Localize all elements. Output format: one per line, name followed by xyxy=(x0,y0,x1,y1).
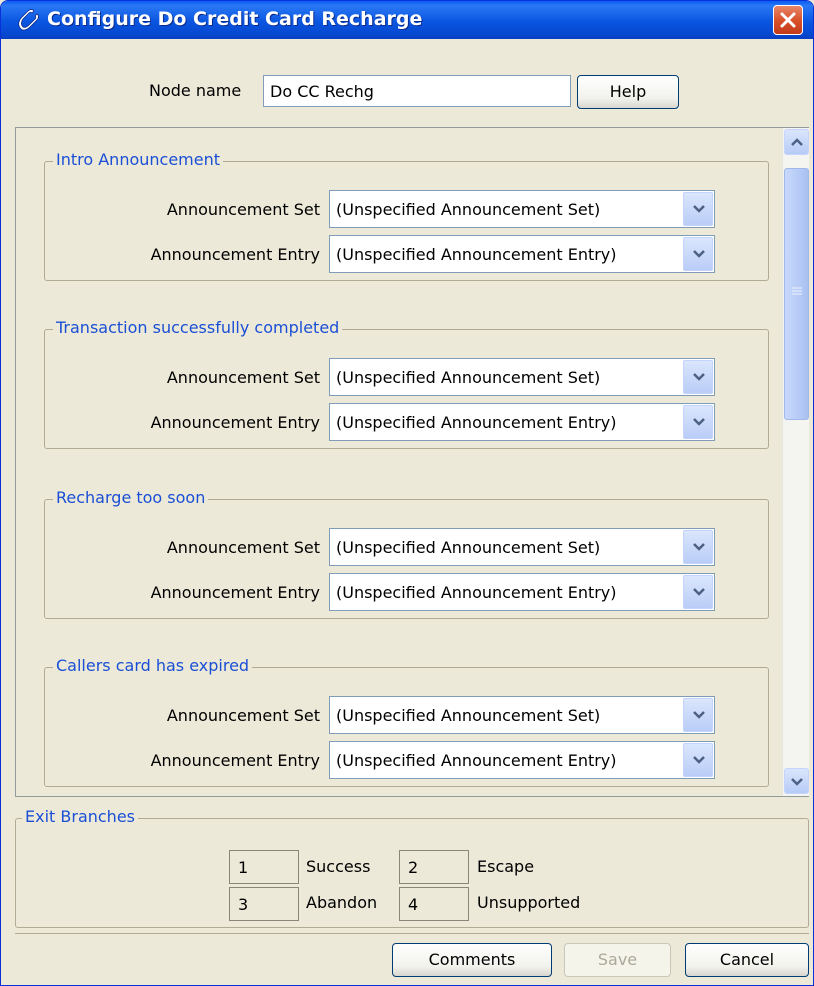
chevron-up-icon xyxy=(791,138,803,146)
announcement-entry-combo[interactable]: (Unspecified Announcement Entry) xyxy=(329,235,715,273)
announcement-entry-label: Announcement Entry xyxy=(150,751,320,770)
dropdown-button[interactable] xyxy=(683,192,713,226)
combo-value: (Unspecified Announcement Set) xyxy=(336,538,601,557)
announcement-entry-combo[interactable]: (Unspecified Announcement Entry) xyxy=(329,573,715,611)
help-button[interactable]: Help xyxy=(577,75,679,109)
announcement-entry-combo[interactable]: (Unspecified Announcement Entry) xyxy=(329,741,715,779)
dropdown-button[interactable] xyxy=(683,575,713,609)
announcement-set-label: Announcement Set xyxy=(166,368,320,387)
section-intro-announcement: Intro Announcement Announcement Set (Uns… xyxy=(44,150,769,281)
exit-branches-group: Exit Branches 1 Success 2 Escape 3 Aband… xyxy=(15,807,809,928)
scroll-thumb[interactable] xyxy=(784,168,809,420)
close-icon xyxy=(780,12,796,28)
announcement-set-label: Announcement Set xyxy=(166,706,320,725)
announcement-set-combo[interactable]: (Unspecified Announcement Set) xyxy=(329,696,715,734)
announcement-entry-label: Announcement Entry xyxy=(150,583,320,602)
section-legend: Intro Announcement xyxy=(53,150,224,169)
cancel-button[interactable]: Cancel xyxy=(685,943,809,977)
dropdown-button[interactable] xyxy=(683,743,713,777)
bottom-separator xyxy=(15,933,809,934)
announcement-set-combo[interactable]: (Unspecified Announcement Set) xyxy=(329,358,715,396)
announcements-scroll-panel: Intro Announcement Announcement Set (Uns… xyxy=(15,127,809,797)
exit-branch-number: 1 xyxy=(229,850,299,884)
combo-value: (Unspecified Announcement Set) xyxy=(336,706,601,725)
chevron-down-icon xyxy=(693,418,705,426)
exit-branch-number: 4 xyxy=(399,887,469,921)
section-legend: Transaction successfully completed xyxy=(53,318,343,337)
combo-value: (Unspecified Announcement Entry) xyxy=(336,413,617,432)
section-legend: Callers card has expired xyxy=(53,656,253,675)
exit-branches-legend: Exit Branches xyxy=(22,807,138,826)
exit-branch-number: 3 xyxy=(229,887,299,921)
section-card-expired: Callers card has expired Announcement Se… xyxy=(44,656,769,787)
node-name-input[interactable] xyxy=(263,75,571,107)
announcements-content: Intro Announcement Announcement Set (Uns… xyxy=(16,128,780,796)
close-button[interactable] xyxy=(773,5,803,35)
combo-value: (Unspecified Announcement Entry) xyxy=(336,751,617,770)
grip-icon xyxy=(792,287,802,295)
configure-dialog: Configure Do Credit Card Recharge Node n… xyxy=(0,0,814,986)
combo-value: (Unspecified Announcement Set) xyxy=(336,200,601,219)
save-button[interactable]: Save xyxy=(564,943,671,977)
announcement-set-combo[interactable]: (Unspecified Announcement Set) xyxy=(329,528,715,566)
exit-branch-label: Escape xyxy=(477,857,535,876)
scroll-up-button[interactable] xyxy=(784,129,809,155)
section-recharge-too-soon: Recharge too soon Announcement Set (Unsp… xyxy=(44,488,769,619)
chevron-down-icon xyxy=(693,205,705,213)
phone-handset-icon xyxy=(18,9,39,31)
exit-branch-number: 2 xyxy=(399,850,469,884)
section-transaction-completed: Transaction successfully completed Annou… xyxy=(44,318,769,449)
node-name-label: Node name xyxy=(149,81,242,100)
dropdown-button[interactable] xyxy=(683,405,713,439)
announcement-entry-label: Announcement Entry xyxy=(150,245,320,264)
dropdown-button[interactable] xyxy=(683,530,713,564)
exit-branch-label: Abandon xyxy=(306,893,378,912)
chevron-down-icon xyxy=(693,373,705,381)
vertical-scrollbar[interactable] xyxy=(782,128,809,796)
title-bar[interactable]: Configure Do Credit Card Recharge xyxy=(1,1,813,39)
chevron-down-icon xyxy=(693,543,705,551)
section-legend: Recharge too soon xyxy=(53,488,209,507)
chevron-down-icon xyxy=(693,756,705,764)
dropdown-button[interactable] xyxy=(683,698,713,732)
window-title: Configure Do Credit Card Recharge xyxy=(47,8,423,30)
dropdown-button[interactable] xyxy=(683,360,713,394)
announcement-set-combo[interactable]: (Unspecified Announcement Set) xyxy=(329,190,715,228)
combo-value: (Unspecified Announcement Set) xyxy=(336,368,601,387)
dropdown-button[interactable] xyxy=(683,237,713,271)
announcement-entry-combo[interactable]: (Unspecified Announcement Entry) xyxy=(329,403,715,441)
announcement-set-label: Announcement Set xyxy=(166,538,320,557)
exit-branch-label: Success xyxy=(306,857,371,876)
chevron-down-icon xyxy=(693,588,705,596)
combo-value: (Unspecified Announcement Entry) xyxy=(336,583,617,602)
chevron-down-icon xyxy=(693,711,705,719)
announcement-entry-label: Announcement Entry xyxy=(150,413,320,432)
comments-button[interactable]: Comments xyxy=(392,943,552,977)
combo-value: (Unspecified Announcement Entry) xyxy=(336,245,617,264)
chevron-down-icon xyxy=(693,250,705,258)
exit-branch-label: Unsupported xyxy=(477,893,581,912)
announcement-set-label: Announcement Set xyxy=(166,200,320,219)
scroll-down-button[interactable] xyxy=(784,768,809,794)
chevron-down-icon xyxy=(791,778,803,786)
